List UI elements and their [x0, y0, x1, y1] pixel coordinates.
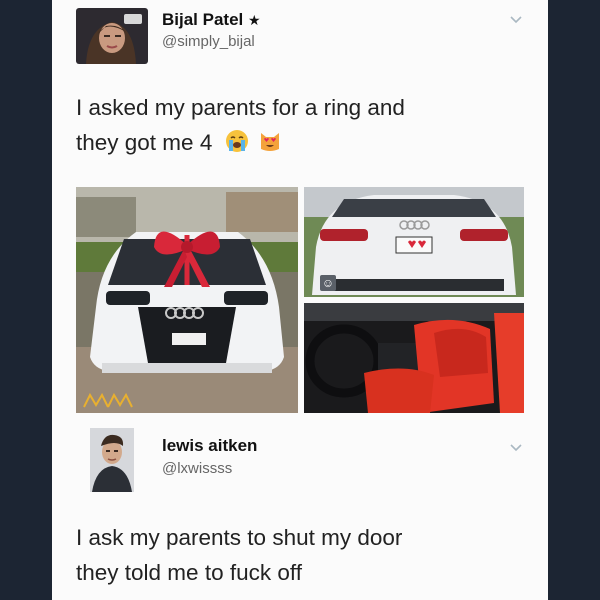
photo-white-audi-front-with-red-bow — [76, 187, 298, 413]
media-photo-3[interactable] — [304, 303, 524, 413]
author-name[interactable]: Bijal Patel ★ — [162, 10, 261, 30]
chevron-down-icon[interactable] — [510, 444, 522, 452]
timeline-card: Bijal Patel ★ @simply_bijal I asked my p… — [52, 0, 548, 600]
star-icon: ★ — [248, 12, 261, 28]
smiley-sticker-icon[interactable]: ☺ — [320, 275, 336, 291]
author-name[interactable]: lewis aitken — [162, 436, 257, 456]
author-handle[interactable]: @lxwissss — [162, 460, 232, 477]
tweet-lewis-aitken[interactable]: lewis aitken @lxwissss I ask my parents … — [52, 420, 548, 600]
tweet-text-line: they got me 4 — [76, 125, 536, 160]
chevron-down-icon[interactable] — [510, 16, 522, 24]
profile-photo-man — [90, 428, 134, 492]
tweet-text-line: I asked my parents for a ring and — [76, 95, 405, 120]
media-photo-2[interactable]: ☺ — [304, 187, 524, 297]
tweet-text-line: I ask my parents to shut my door — [76, 525, 403, 550]
author-handle[interactable]: @simply_bijal — [162, 33, 255, 50]
tweet-text-line: they told me to fuck off — [76, 560, 302, 585]
tweet-bijal-patel[interactable]: Bijal Patel ★ @simply_bijal I asked my p… — [52, 0, 548, 420]
tweet-text: I asked my parents for a ring and they g… — [76, 90, 536, 160]
user-avatar[interactable] — [90, 428, 134, 492]
tweet-text-span: they got me 4 — [76, 130, 213, 155]
author-name-text: Bijal Patel — [162, 10, 244, 29]
profile-photo-woman — [76, 8, 148, 64]
photo-white-audi-rear — [304, 187, 524, 297]
media-photo-1[interactable] — [76, 187, 298, 413]
user-avatar[interactable] — [76, 8, 148, 64]
photo-red-leather-interior — [304, 303, 524, 413]
tweet-text: I ask my parents to shut my door they to… — [76, 520, 536, 590]
crying-face-emoji — [225, 130, 248, 152]
heart-eyes-cat-emoji — [260, 133, 279, 151]
